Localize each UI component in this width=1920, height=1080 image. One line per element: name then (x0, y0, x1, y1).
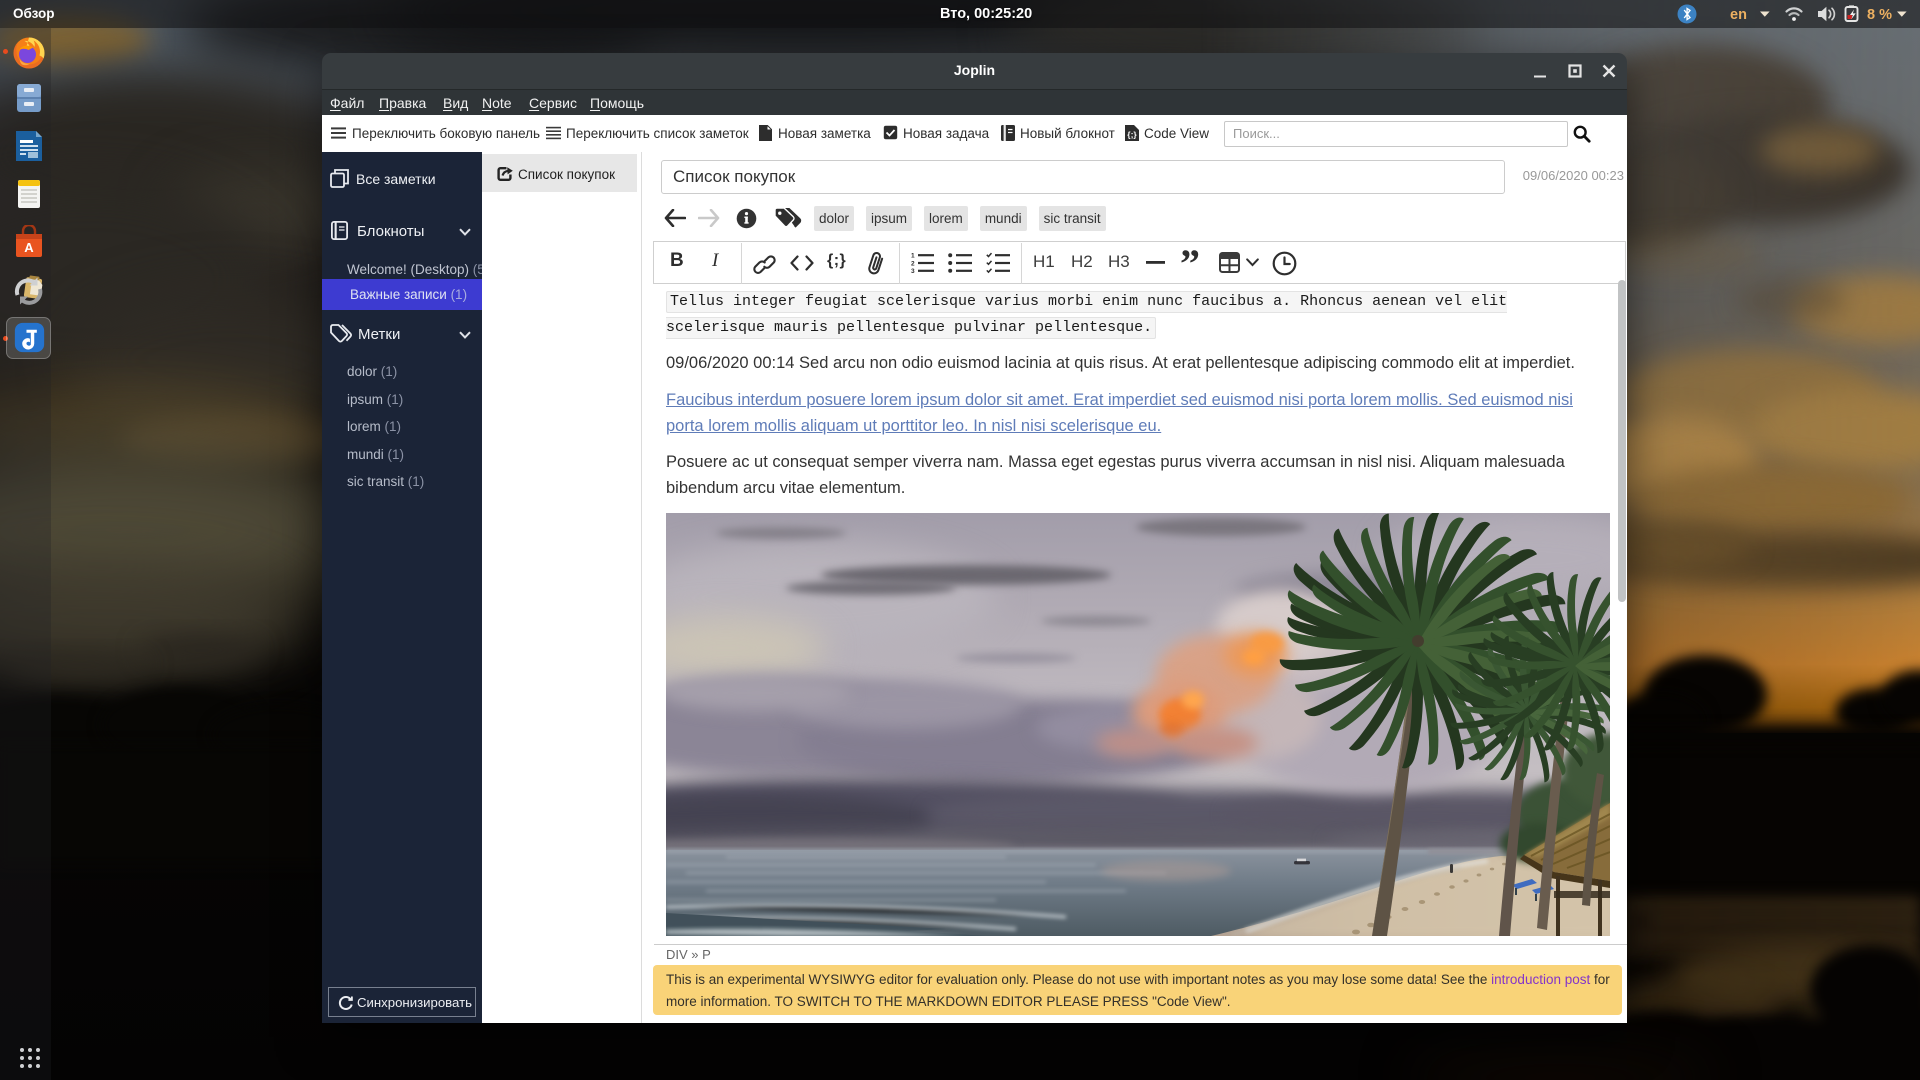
svg-text:8 %: 8 % (1867, 7, 1892, 23)
svg-text:en: en (1730, 7, 1747, 23)
svg-text:1: 1 (911, 253, 915, 260)
svg-text:3: 3 (911, 268, 915, 274)
svg-text:A: A (24, 240, 34, 255)
svg-text:2: 2 (911, 260, 915, 267)
svg-text:{;}: {;} (1127, 130, 1137, 140)
